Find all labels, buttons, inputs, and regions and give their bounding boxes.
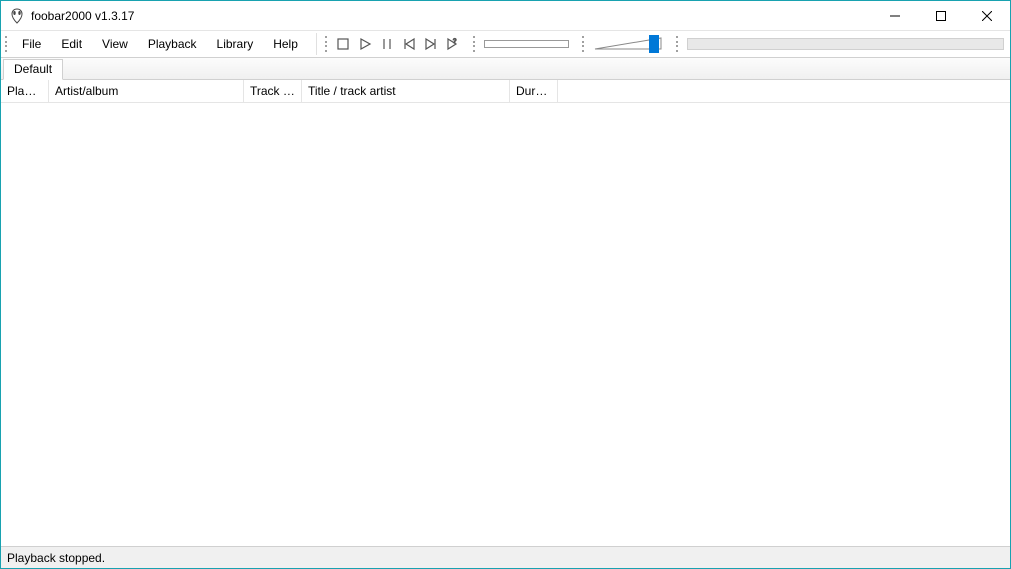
window-title: foobar2000 v1.3.17	[31, 9, 134, 23]
menubar: File Edit View Playback Library Help ?	[1, 31, 1010, 58]
close-button[interactable]	[964, 1, 1010, 31]
status-text: Playback stopped.	[7, 551, 105, 565]
menu-file[interactable]: File	[12, 33, 51, 55]
toolbar-grip[interactable]	[675, 33, 681, 55]
menu-help[interactable]: Help	[263, 33, 308, 55]
play-button[interactable]	[354, 33, 376, 55]
stop-button[interactable]	[332, 33, 354, 55]
app-icon	[9, 8, 25, 24]
playlist-view[interactable]	[1, 103, 1010, 546]
playback-order-dropdown[interactable]	[484, 40, 569, 48]
pause-button[interactable]	[376, 33, 398, 55]
toolbar-separator	[316, 33, 317, 55]
toolbar-grip[interactable]	[324, 33, 330, 55]
volume-thumb[interactable]	[649, 35, 659, 53]
menu-edit[interactable]: Edit	[51, 33, 92, 55]
statusbar: Playback stopped.	[1, 546, 1010, 568]
random-button[interactable]: ?	[442, 33, 464, 55]
column-header-title-artist[interactable]: Title / track artist	[302, 80, 510, 102]
column-header-track-no[interactable]: Track no	[244, 80, 302, 102]
tab-default[interactable]: Default	[3, 59, 63, 80]
toolbar-grip[interactable]	[472, 33, 478, 55]
menu-playback[interactable]: Playback	[138, 33, 207, 55]
playlist-tabstrip: Default	[1, 58, 1010, 80]
previous-button[interactable]	[398, 33, 420, 55]
column-header-playing[interactable]: Playi...	[1, 80, 49, 102]
column-header-duration[interactable]: Durat...	[510, 80, 558, 102]
seekbar[interactable]	[687, 38, 1004, 50]
menu-library[interactable]: Library	[207, 33, 264, 55]
maximize-button[interactable]	[918, 1, 964, 31]
column-headers: Playi... Artist/album Track no Title / t…	[1, 80, 1010, 103]
volume-slider[interactable]	[593, 34, 663, 54]
menu-view[interactable]: View	[92, 33, 138, 55]
titlebar: foobar2000 v1.3.17	[1, 1, 1010, 31]
next-button[interactable]	[420, 33, 442, 55]
minimize-button[interactable]	[872, 1, 918, 31]
toolbar-grip[interactable]	[4, 33, 10, 55]
toolbar-grip[interactable]	[581, 33, 587, 55]
column-header-artist-album[interactable]: Artist/album	[49, 80, 244, 102]
